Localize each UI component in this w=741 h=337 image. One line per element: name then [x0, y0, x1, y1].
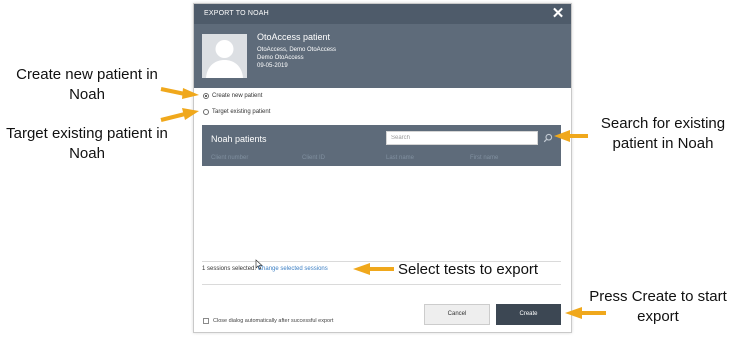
change-selected-sessions-link[interactable]: Change selected sessions: [258, 266, 328, 272]
arrow-press-create-icon: [565, 307, 606, 319]
column-header-first-name[interactable]: First name: [470, 155, 498, 161]
sessions-count: 1 sessions selected.: [202, 266, 257, 272]
radio-checked-icon[interactable]: [203, 93, 209, 99]
sessions-selected-text: 1 sessions selected. Change selected ses…: [202, 266, 328, 272]
arrow-target-existing-icon: [160, 108, 199, 122]
radio-create-new-patient[interactable]: Create new patient: [203, 91, 262, 101]
column-header-last-name[interactable]: Last name: [386, 155, 414, 161]
patient-date: 09-05-2019: [257, 63, 288, 69]
close-icon[interactable]: ✕: [551, 6, 565, 22]
dialog-titlebar: EXPORT TO NOAH ✕: [194, 4, 571, 24]
annotation-search: Search for existing patient in Noah: [600, 115, 726, 152]
footer-divider: [202, 284, 561, 285]
annotation-target-existing: Target existing patient in Noah: [6, 125, 168, 162]
arrow-select-tests-icon: [353, 263, 394, 275]
radio-target-existing-patient[interactable]: Target existing patient: [203, 107, 270, 117]
column-header-client-id[interactable]: Client ID: [302, 155, 325, 161]
person-silhouette-icon: [202, 34, 247, 78]
search-input[interactable]: [386, 131, 538, 145]
avatar: [202, 34, 247, 78]
radio-create-new-label: Create new patient: [212, 93, 263, 99]
annotation-select-tests: Select tests to export: [398, 261, 539, 278]
patient-name: OtoAccess patient: [257, 32, 331, 42]
arrow-create-new-icon: [160, 87, 199, 99]
create-button[interactable]: Create: [496, 304, 561, 325]
cancel-button[interactable]: Cancel: [424, 304, 490, 325]
column-header-client-number[interactable]: Client number: [211, 155, 248, 161]
close-dialog-checkbox[interactable]: [203, 318, 209, 324]
radio-target-existing-label: Target existing patient: [212, 109, 271, 115]
dialog-title: EXPORT TO NOAH: [204, 10, 269, 17]
annotation-create-new: Create new patient in Noah: [16, 66, 158, 103]
patient-display-name: Demo OtoAccess: [257, 55, 304, 61]
arrow-search-icon: [554, 130, 588, 142]
radio-unchecked-icon[interactable]: [203, 109, 209, 115]
export-to-noah-dialog: EXPORT TO NOAH ✕ OtoAccess patient OtoAc…: [193, 3, 572, 333]
close-dialog-checkbox-label: Close dialog automatically after success…: [213, 318, 334, 324]
noah-patients-panel: Noah patients Client number Client ID La…: [202, 125, 561, 166]
patient-header: OtoAccess patient OtoAccess, Demo OtoAcc…: [194, 24, 571, 88]
noah-patients-title: Noah patients: [211, 134, 267, 144]
patient-full-name: OtoAccess, Demo OtoAccess: [257, 47, 337, 53]
